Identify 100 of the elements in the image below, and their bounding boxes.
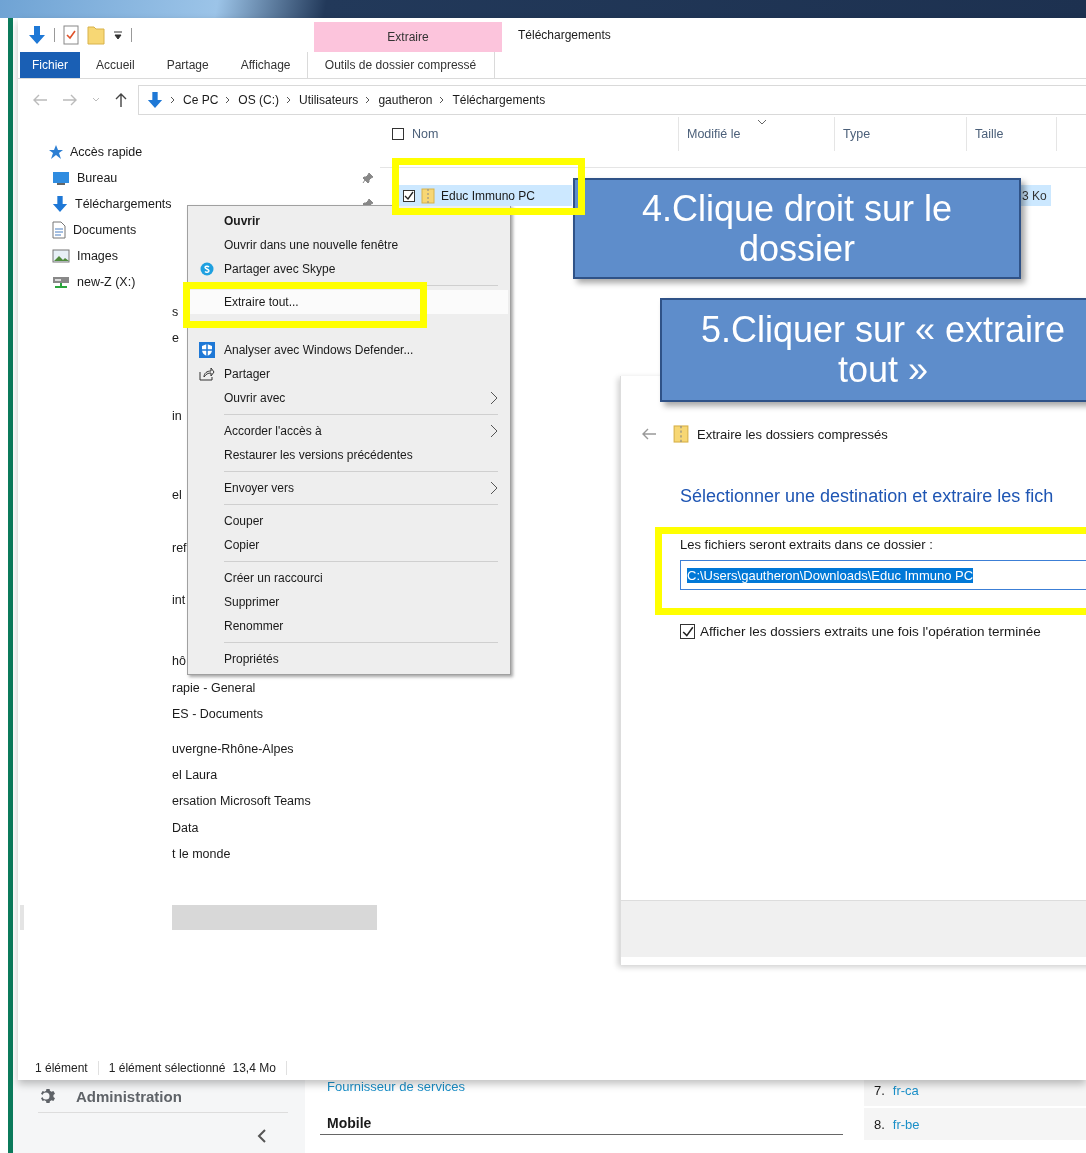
file-size: 3 Ko xyxy=(1020,185,1051,206)
status-text: 1 élément sélectionné xyxy=(108,1061,226,1075)
file-name: Educ Immuno PC xyxy=(441,188,537,203)
nav-item[interactable]: Téléchargements xyxy=(75,197,172,211)
nav-item[interactable]: s xyxy=(172,305,179,319)
menu-item[interactable]: Ouvrir dans une nouvelle fenêtre xyxy=(190,233,508,257)
ribbon-tab[interactable]: Outils de dossier compressé xyxy=(306,52,495,78)
breadcrumb-item[interactable]: gautheron xyxy=(378,93,433,107)
chevron-icon xyxy=(286,96,292,104)
pin-icon[interactable] xyxy=(362,172,374,184)
checkbox-label: Afficher les dossiers extraits une fois l'opération terminée xyxy=(700,624,1041,639)
nav-item[interactable]: t le monde xyxy=(172,847,231,861)
nav-item[interactable]: Documents xyxy=(73,223,137,237)
breadcrumb-item[interactable]: Téléchargements xyxy=(452,93,546,107)
field-label: Les fichiers seront extraits dans ce dossier : xyxy=(679,537,934,552)
status-text: 13,4 Mo xyxy=(232,1061,276,1075)
list-number: 8. xyxy=(874,1116,885,1132)
address-bar[interactable]: Ce PC OS (C:) Utilisateurs gautheron Téléchargements xyxy=(138,85,1086,115)
chevron-icon xyxy=(365,96,372,104)
scrollbar[interactable] xyxy=(172,905,377,930)
ribbon-tab[interactable]: Fichier xyxy=(20,52,80,78)
gear-icon xyxy=(38,1086,58,1106)
menu-item[interactable]: Restaurer les versions précédentes xyxy=(190,443,508,467)
menu-item[interactable]: Envoyer vers xyxy=(190,476,508,500)
menu-item[interactable]: Propriétés xyxy=(190,647,508,671)
nav-item[interactable]: el xyxy=(172,488,182,502)
file-checkbox[interactable] xyxy=(403,189,415,202)
star-icon xyxy=(48,144,64,160)
menu-item[interactable]: Renommer xyxy=(190,614,508,638)
provider-link[interactable]: Fournisseur de services xyxy=(327,1079,465,1094)
nav-item[interactable]: rapie - General xyxy=(172,681,256,695)
zip-folder-icon xyxy=(673,424,689,444)
collapse-chevron-icon[interactable] xyxy=(257,1129,267,1143)
menu-item[interactable]: Couper xyxy=(190,509,508,533)
shield-icon xyxy=(198,341,216,359)
dialog-heading: Sélectionner une destination et extraire les fich xyxy=(679,486,1055,507)
nav-item[interactable]: Bureau xyxy=(77,171,118,185)
list-number: 7. xyxy=(874,1082,885,1098)
column-header[interactable]: Nom xyxy=(412,127,439,141)
nav-item[interactable]: new-Z (X:) xyxy=(77,275,136,289)
nav-item[interactable]: el Laura xyxy=(172,768,218,782)
history-caret-icon[interactable] xyxy=(92,97,100,103)
submenu-chevron-icon xyxy=(490,391,498,405)
nav-item[interactable]: Accès rapide xyxy=(70,145,143,159)
ribbon-tab[interactable]: Partage xyxy=(150,52,225,78)
show-folder-checkbox[interactable] xyxy=(680,624,695,639)
skype-icon xyxy=(200,262,214,276)
nav-item[interactable]: Images xyxy=(77,249,118,263)
back-arrow-icon[interactable] xyxy=(641,427,657,441)
network-drive-icon xyxy=(52,275,70,289)
breadcrumb-item[interactable]: OS (C:) xyxy=(238,93,279,107)
back-arrow-icon[interactable] xyxy=(32,93,48,107)
destination-field[interactable]: C:\Users\gautheron\Downloads\Educ Immuno PC xyxy=(680,560,1086,590)
nav-item[interactable]: hô xyxy=(172,654,186,668)
ribbon-tab[interactable]: Accueil xyxy=(80,52,151,78)
menu-item[interactable]: Créer un raccourci xyxy=(190,566,508,590)
share-icon xyxy=(199,367,215,381)
section-heading: Mobile xyxy=(320,1115,843,1135)
picture-icon xyxy=(52,249,70,263)
menu-item[interactable]: Ouvrir xyxy=(190,209,508,233)
menu-item[interactable]: Analyser avec Windows Defender... xyxy=(190,338,508,362)
dialog-title: Extraire les dossiers compressés xyxy=(697,426,888,442)
checklist-icon[interactable] xyxy=(63,25,79,45)
chevron-icon xyxy=(170,96,176,104)
column-header[interactable]: Modifié le xyxy=(687,127,741,141)
download-arrow-icon xyxy=(147,91,163,109)
forward-arrow-icon[interactable] xyxy=(62,93,78,107)
download-arrow-icon xyxy=(52,195,68,213)
menu-item[interactable]: Copier xyxy=(190,533,508,557)
menu-item[interactable]: Partager avec Skype xyxy=(190,257,508,281)
download-arrow-icon[interactable] xyxy=(28,25,46,45)
document-icon xyxy=(52,221,66,239)
breadcrumb-item[interactable]: Ce PC xyxy=(183,93,219,107)
callout-box: 4.Clique droit sur le dossier xyxy=(573,178,1021,279)
dropdown-caret-icon[interactable] xyxy=(113,30,123,40)
nav-item[interactable]: ersation Microsoft Teams xyxy=(172,794,311,808)
nav-item[interactable]: in xyxy=(172,409,182,423)
select-all-checkbox[interactable] xyxy=(392,128,404,140)
up-arrow-icon[interactable] xyxy=(114,92,128,108)
menu-item[interactable]: Extraire tout... xyxy=(190,290,508,314)
chevron-icon xyxy=(225,96,232,104)
desktop-icon xyxy=(52,171,70,185)
menu-item[interactable]: Partager xyxy=(190,362,508,386)
submenu-chevron-icon xyxy=(490,424,498,438)
column-header[interactable]: Taille xyxy=(975,127,1004,141)
nav-item[interactable]: uvergne-Rhône-Alpes xyxy=(172,742,294,756)
column-header[interactable]: Type xyxy=(843,127,871,141)
file-row[interactable]: Educ Immuno PC xyxy=(399,185,572,206)
sidebar-item[interactable]: Administration xyxy=(76,1087,182,1105)
menu-item[interactable]: Ouvrir avec xyxy=(190,386,508,410)
nav-item[interactable]: int xyxy=(172,593,186,607)
nav-item[interactable]: e xyxy=(172,331,179,345)
nav-item[interactable]: Data xyxy=(172,821,199,835)
menu-item[interactable]: Supprimer xyxy=(190,590,508,614)
nav-item[interactable]: ref xyxy=(172,541,187,555)
nav-item[interactable]: ES - Documents xyxy=(172,707,263,721)
menu-item[interactable]: Accorder l'accès à xyxy=(190,419,508,443)
ribbon-tab[interactable]: Affichage xyxy=(224,52,307,78)
breadcrumb-item[interactable]: Utilisateurs xyxy=(299,93,359,107)
callout-box: 5.Cliquer sur « extraire tout » xyxy=(660,298,1086,402)
